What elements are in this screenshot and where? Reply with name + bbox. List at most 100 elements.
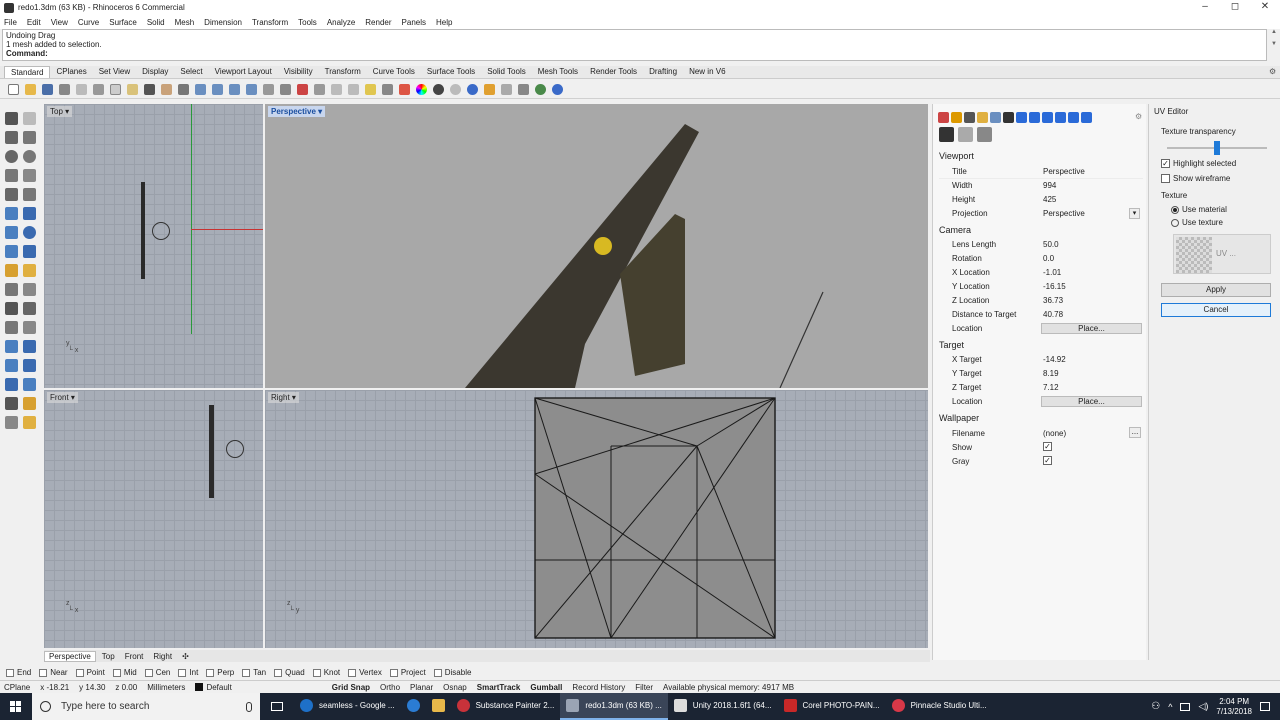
menu-render[interactable]: Render — [365, 18, 391, 27]
viewport-tab-perspective[interactable]: Perspective — [44, 650, 96, 662]
notification-icon[interactable] — [1260, 702, 1270, 711]
viewport-top[interactable]: Top ▾ y └ x — [44, 104, 263, 388]
minimize-button[interactable]: – — [1190, 0, 1220, 15]
arc-icon[interactable] — [5, 188, 18, 201]
print-icon[interactable] — [59, 83, 70, 95]
planar-toggle[interactable]: Planar — [410, 683, 433, 692]
trim-icon[interactable] — [23, 283, 36, 296]
taskbar-app-corel[interactable]: Corel PHOTO-PAIN... — [778, 693, 886, 720]
viewport-right[interactable]: Right ▾ z └ y — [265, 390, 928, 648]
split-icon[interactable] — [5, 283, 18, 296]
color-wheel-icon[interactable] — [416, 83, 427, 95]
tab-curve-tools[interactable]: Curve Tools — [367, 66, 421, 78]
filename-browse-button[interactable]: ... — [1129, 427, 1141, 438]
viewport-top-label[interactable]: Top ▾ — [47, 106, 73, 117]
extrude-icon[interactable] — [23, 207, 36, 220]
osnap-toggle[interactable]: Osnap — [443, 683, 467, 692]
maximize-button[interactable]: ◻ — [1220, 0, 1250, 15]
import-icon[interactable] — [76, 83, 87, 95]
osnap-end[interactable]: End — [6, 668, 31, 677]
menu-analyze[interactable]: Analyze — [327, 18, 355, 27]
tab-new-in-v6[interactable]: New in V6 — [683, 66, 731, 78]
render-sphere-icon[interactable] — [467, 83, 478, 95]
points-icon[interactable] — [348, 83, 359, 95]
osnap-mid[interactable]: Mid — [112, 668, 137, 677]
join-icon[interactable] — [5, 302, 18, 315]
options-gear-icon[interactable] — [501, 83, 512, 95]
move-icon[interactable] — [178, 83, 189, 95]
prop-lens-length-field[interactable]: 50.0 — [1043, 240, 1143, 249]
osnap-point[interactable]: Point — [75, 668, 105, 677]
sun-tab-icon[interactable] — [1068, 112, 1079, 123]
menu-mesh[interactable]: Mesh — [175, 18, 195, 27]
apply-button[interactable]: Apply — [1161, 283, 1271, 297]
osnap-int[interactable]: Int — [178, 668, 198, 677]
osnap-knot[interactable]: Knot — [312, 668, 340, 677]
tab-visibility[interactable]: Visibility — [278, 66, 319, 78]
osnap-near[interactable]: Near — [39, 668, 68, 677]
taskbar-app-unity[interactable]: Unity 2018.1.6f1 (64... — [668, 693, 778, 720]
tab-viewport-layout[interactable]: Viewport Layout — [209, 66, 278, 78]
misc-tool-icon[interactable] — [23, 416, 36, 429]
taskbar-search-box[interactable]: Type here to search — [32, 693, 260, 720]
lights-tab-icon[interactable] — [1029, 112, 1040, 123]
ellipse-icon[interactable] — [23, 150, 36, 163]
polyline-icon[interactable] — [5, 131, 18, 144]
tab-drafting[interactable]: Drafting — [643, 66, 683, 78]
menu-dimension[interactable]: Dimension — [204, 18, 242, 27]
close-button[interactable]: ✕ — [1250, 0, 1280, 15]
camera-icon[interactable] — [152, 222, 170, 240]
gumball-toggle[interactable]: Gumball — [530, 683, 562, 692]
osnap-cen[interactable]: Cen — [144, 668, 170, 677]
globe-icon[interactable] — [535, 83, 546, 95]
select-icon[interactable] — [314, 83, 325, 95]
highlight-selected-option[interactable]: ✓ Highlight selected — [1161, 159, 1236, 168]
viewport-tab-front[interactable]: Front — [121, 652, 148, 661]
environment-tab-icon[interactable] — [1042, 112, 1053, 123]
cancel-button[interactable]: Cancel — [1161, 303, 1271, 317]
sphere-icon[interactable] — [23, 226, 36, 239]
viewport-tab-right[interactable]: Right — [149, 652, 176, 661]
lock-icon[interactable] — [382, 83, 393, 95]
menu-curve[interactable]: Curve — [78, 18, 99, 27]
prop-y-target-field[interactable]: 8.19 — [1043, 369, 1143, 378]
taskbar-pinned-edge[interactable] — [401, 693, 426, 720]
help-icon[interactable] — [552, 83, 563, 95]
osnap-quad[interactable]: Quad — [274, 668, 305, 677]
prop-z-target-field[interactable]: 7.12 — [1043, 383, 1143, 392]
ground-tab-icon[interactable] — [1055, 112, 1066, 123]
zoom-window-icon[interactable] — [212, 83, 223, 95]
curve-icon[interactable] — [23, 131, 36, 144]
cylinder-icon[interactable] — [5, 245, 18, 258]
group-icon[interactable] — [5, 416, 18, 429]
taskbar-app-substance[interactable]: Substance Painter 2... — [451, 693, 561, 720]
rendered-sphere-icon[interactable] — [450, 83, 461, 95]
select-arrow-icon[interactable] — [5, 112, 18, 125]
point-icon[interactable] — [23, 112, 36, 125]
menu-solid[interactable]: Solid — [147, 18, 165, 27]
ortho-toggle[interactable]: Ortho — [380, 683, 400, 692]
viewport-front-label[interactable]: Front ▾ — [47, 392, 78, 403]
gray-checkbox[interactable]: ✓ — [1043, 456, 1052, 465]
prop-z-location-field[interactable]: 36.73 — [1043, 296, 1143, 305]
new-file-icon[interactable] — [8, 83, 19, 95]
materials-tab-icon[interactable] — [977, 112, 988, 123]
rotate-view-icon[interactable] — [331, 83, 342, 95]
four-viewports-icon[interactable] — [263, 83, 274, 95]
viewport-page-icon[interactable] — [958, 127, 973, 142]
prop-width-field[interactable]: 994 — [1043, 181, 1143, 190]
wall-object-front[interactable] — [209, 405, 214, 498]
osnap-disable[interactable]: Disable — [433, 668, 471, 677]
camera-page-icon[interactable] — [939, 127, 954, 142]
paste-icon[interactable] — [127, 83, 138, 95]
tab-cplanes[interactable]: CPlanes — [50, 66, 92, 78]
viewport-perspective[interactable]: Perspective ▾ — [265, 104, 928, 388]
tab-display[interactable]: Display — [136, 66, 174, 78]
grid-icon[interactable] — [280, 83, 291, 95]
prop-rotation-field[interactable]: 0.0 — [1043, 254, 1143, 263]
status-layer[interactable]: Default — [195, 683, 241, 692]
circle-icon[interactable] — [5, 150, 18, 163]
copy-icon[interactable] — [110, 83, 121, 95]
prop-height-field[interactable]: 425 — [1043, 195, 1143, 204]
polygon-icon[interactable] — [5, 169, 18, 182]
